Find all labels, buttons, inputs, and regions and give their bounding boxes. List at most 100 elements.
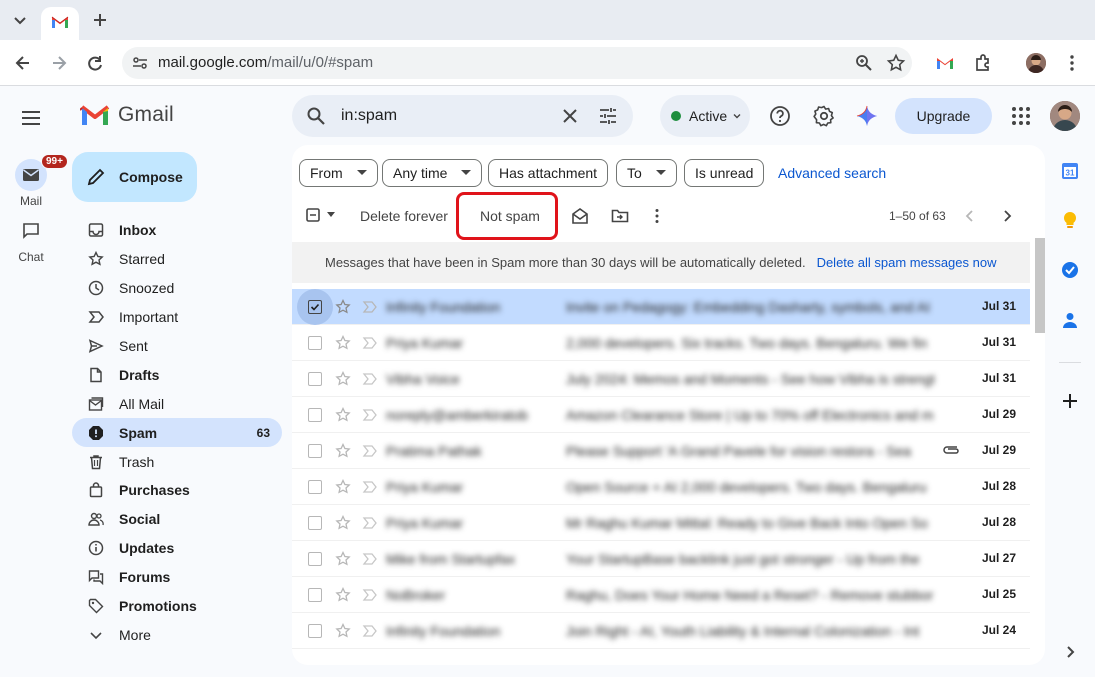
importance-marker-icon[interactable] xyxy=(362,551,378,567)
delete-forever-button[interactable]: Delete forever xyxy=(360,208,448,224)
email-row[interactable]: Priya Kumar 2,000 developers. Six tracks… xyxy=(292,325,1030,361)
email-row[interactable]: Infinity Foundation Join Right - AI, You… xyxy=(292,613,1030,649)
row-checkbox[interactable] xyxy=(308,480,322,494)
search-input[interactable]: in:spam xyxy=(341,107,397,125)
status-dropdown[interactable]: Active xyxy=(660,95,750,137)
tab-search-chevron-icon[interactable] xyxy=(10,10,30,30)
contacts-person-icon[interactable] xyxy=(1060,310,1080,330)
importance-marker-icon[interactable] xyxy=(362,587,378,603)
importance-marker-icon[interactable] xyxy=(362,407,378,423)
row-checkbox[interactable] xyxy=(308,372,322,386)
sidebar-item-inbox[interactable]: Inbox xyxy=(72,216,282,245)
importance-marker-icon[interactable] xyxy=(362,479,378,495)
account-avatar[interactable] xyxy=(1050,101,1080,131)
compose-button[interactable]: Compose xyxy=(72,152,197,202)
star-toggle-icon[interactable] xyxy=(335,587,351,603)
extensions-puzzle-icon[interactable] xyxy=(973,53,993,73)
row-checkbox[interactable] xyxy=(308,336,322,350)
star-toggle-icon[interactable] xyxy=(335,443,351,459)
email-row[interactable]: noreply@amberkiratob Amazon Clearance St… xyxy=(292,397,1030,433)
row-checkbox[interactable] xyxy=(308,624,322,638)
tasks-check-icon[interactable] xyxy=(1060,260,1080,280)
forward-arrow-icon[interactable] xyxy=(49,53,69,73)
importance-marker-icon[interactable] xyxy=(362,299,378,315)
apps-grid-icon[interactable] xyxy=(1009,104,1033,128)
row-checkbox[interactable] xyxy=(308,300,322,314)
sidebar-item-drafts[interactable]: Drafts xyxy=(72,360,282,389)
importance-marker-icon[interactable] xyxy=(362,335,378,351)
sidebar-item-starred[interactable]: Starred xyxy=(72,245,282,274)
gemini-sparkle-icon[interactable] xyxy=(855,104,879,128)
main-menu-icon[interactable] xyxy=(19,106,43,130)
row-checkbox[interactable] xyxy=(308,588,322,602)
filter-chip-has-attachment[interactable]: Has attachment xyxy=(488,159,609,187)
star-toggle-icon[interactable] xyxy=(335,299,351,315)
add-addon-plus-icon[interactable] xyxy=(1060,391,1080,411)
new-tab-icon[interactable] xyxy=(90,10,110,30)
importance-marker-icon[interactable] xyxy=(362,443,378,459)
clear-search-icon[interactable] xyxy=(560,106,580,126)
bookmark-star-icon[interactable] xyxy=(886,53,906,73)
browser-menu-icon[interactable] xyxy=(1062,53,1082,73)
row-checkbox[interactable] xyxy=(308,552,322,566)
search-options-icon[interactable] xyxy=(598,106,618,126)
previous-page-icon[interactable] xyxy=(961,207,979,225)
delete-all-spam-link[interactable]: Delete all spam messages now xyxy=(817,255,997,270)
zoom-icon[interactable] xyxy=(854,53,874,73)
rail-item-mail[interactable]: 99+ Mail xyxy=(0,154,68,208)
email-row[interactable]: NoBroker Raghu, Does Your Home Need a Re… xyxy=(292,577,1030,613)
list-scrollbar[interactable] xyxy=(1035,238,1045,333)
browser-profile-avatar[interactable] xyxy=(1026,53,1046,73)
sidebar-item-snoozed[interactable]: Snoozed xyxy=(72,274,282,303)
email-row[interactable]: Infinity Foundation Invite on Pedagogy: … xyxy=(292,289,1030,325)
row-checkbox[interactable] xyxy=(308,516,322,530)
search-icon[interactable] xyxy=(306,106,326,126)
more-actions-icon[interactable] xyxy=(648,207,666,225)
upgrade-button[interactable]: Upgrade xyxy=(895,98,992,134)
rail-item-chat[interactable]: Chat xyxy=(0,215,62,264)
email-row[interactable]: Priya Kumar Open Source + AI 2,000 devel… xyxy=(292,469,1030,505)
calendar-icon[interactable]: 31 xyxy=(1060,161,1080,181)
filter-chip-from[interactable]: From xyxy=(299,159,378,187)
email-row[interactable]: Pratima Pathak Please Support 'A Grand P… xyxy=(292,433,1030,469)
star-toggle-icon[interactable] xyxy=(335,407,351,423)
star-toggle-icon[interactable] xyxy=(335,479,351,495)
star-toggle-icon[interactable] xyxy=(335,515,351,531)
filter-chip-is-unread[interactable]: Is unread xyxy=(684,159,765,187)
next-page-icon[interactable] xyxy=(998,207,1016,225)
expand-side-panel-chevron-icon[interactable] xyxy=(1060,642,1080,662)
email-row[interactable]: Mike from Startupfax Your StartupBase ba… xyxy=(292,541,1030,577)
sidebar-item-social[interactable]: Social xyxy=(72,505,282,534)
sidebar-item-all-mail[interactable]: All Mail xyxy=(72,389,282,418)
search-bar[interactable]: in:spam xyxy=(292,95,633,137)
email-row[interactable]: Vibha Voice July 2024: Memos and Moments… xyxy=(292,361,1030,397)
importance-marker-icon[interactable] xyxy=(362,623,378,639)
row-checkbox[interactable] xyxy=(308,444,322,458)
importance-marker-icon[interactable] xyxy=(362,515,378,531)
gmail-extension-icon[interactable] xyxy=(936,53,956,73)
sidebar-item-purchases[interactable]: Purchases xyxy=(72,476,282,505)
mark-as-read-icon[interactable] xyxy=(571,207,589,225)
address-bar[interactable]: mail.google.com/mail/u/0/#spam xyxy=(122,47,912,79)
keep-lightbulb-icon[interactable] xyxy=(1060,210,1080,230)
star-toggle-icon[interactable] xyxy=(335,335,351,351)
sidebar-item-more[interactable]: More xyxy=(72,620,282,649)
move-to-folder-icon[interactable] xyxy=(611,207,629,225)
sidebar-item-updates[interactable]: Updates xyxy=(72,534,282,563)
filter-chip-to[interactable]: To xyxy=(616,159,677,187)
not-spam-button[interactable]: Not spam xyxy=(480,208,540,224)
site-info-icon[interactable] xyxy=(132,55,148,71)
sidebar-item-important[interactable]: Important xyxy=(72,303,282,332)
gmail-logo[interactable]: Gmail xyxy=(80,103,174,127)
sidebar-item-forums[interactable]: Forums xyxy=(72,563,282,592)
importance-marker-icon[interactable] xyxy=(362,371,378,387)
sidebar-item-sent[interactable]: Sent xyxy=(72,332,282,361)
back-arrow-icon[interactable] xyxy=(13,53,33,73)
browser-tab-gmail[interactable] xyxy=(41,7,79,40)
star-toggle-icon[interactable] xyxy=(335,623,351,639)
sidebar-item-promotions[interactable]: Promotions xyxy=(72,592,282,621)
star-toggle-icon[interactable] xyxy=(335,371,351,387)
select-all-dropdown[interactable] xyxy=(306,208,336,222)
star-toggle-icon[interactable] xyxy=(335,551,351,567)
help-icon[interactable] xyxy=(768,104,792,128)
